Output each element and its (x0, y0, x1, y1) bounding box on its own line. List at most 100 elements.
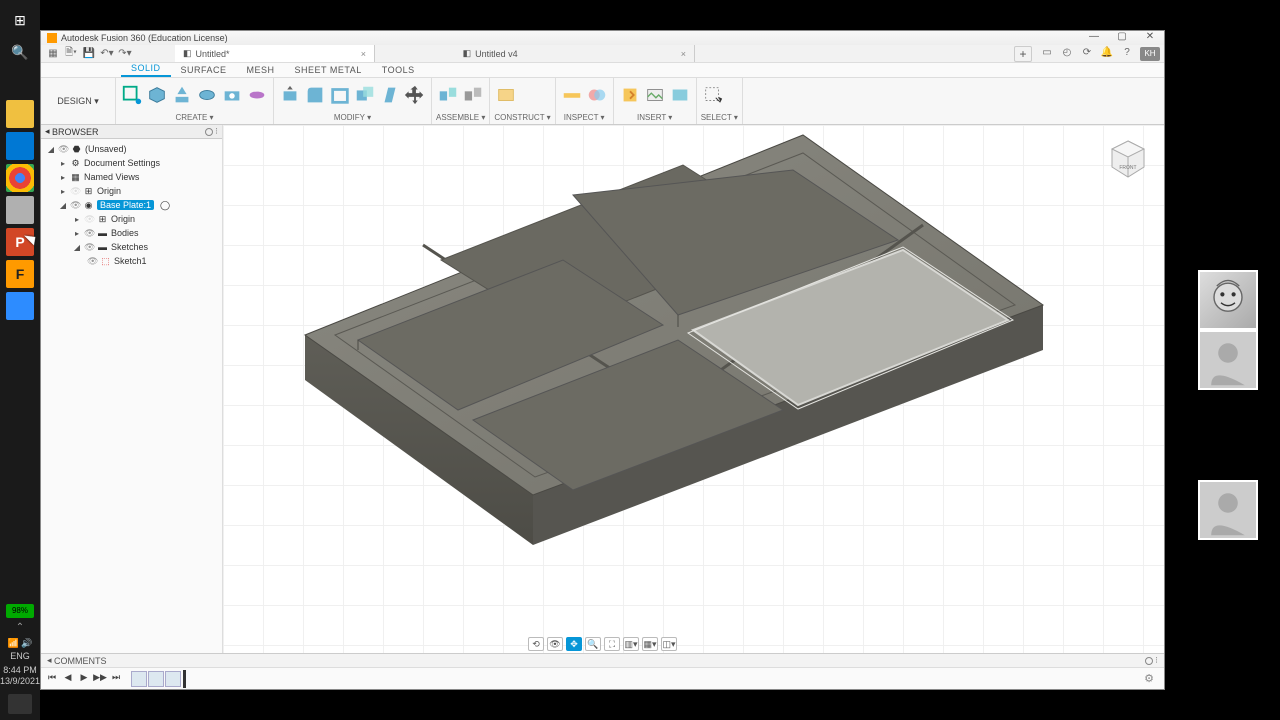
construct-plane-icon[interactable] (494, 80, 518, 110)
form-icon[interactable] (245, 80, 269, 110)
nav-display-icon[interactable]: ▥▾ (623, 637, 639, 651)
extensions-icon[interactable]: ▭ (1038, 47, 1056, 61)
workspace-switcher[interactable]: DESIGN ▾ (41, 78, 116, 124)
redo-button[interactable]: ↷▾ (117, 47, 133, 61)
timeline-play-icon[interactable]: ▶ (77, 672, 91, 686)
tray-expand-icon[interactable]: ⌃ (16, 622, 24, 633)
tree-bp-origin[interactable]: ▸👁⊞Origin (43, 212, 220, 226)
job-status-icon[interactable]: ◴ (1058, 47, 1076, 61)
ribbon-tab-surface[interactable]: SURFACE (171, 63, 237, 77)
nav-fit-icon[interactable]: ⛶ (604, 637, 620, 651)
maximize-button[interactable]: ▢ (1108, 31, 1136, 45)
group-label[interactable]: INSERT ▾ (618, 113, 692, 122)
nav-orbit-icon[interactable]: ⟲ (528, 637, 544, 651)
document-tab-2[interactable]: ◧ Untitled v4 × (375, 45, 695, 62)
assemble-joint-icon[interactable] (436, 80, 460, 110)
group-label[interactable]: SELECT ▾ (701, 113, 738, 122)
press-pull-icon[interactable] (278, 80, 302, 110)
user-badge[interactable]: KH (1140, 47, 1160, 61)
wifi-icon[interactable]: 📶 🔊 (8, 638, 33, 649)
tab-close-icon[interactable]: × (681, 49, 686, 59)
browser-settings-icon[interactable] (205, 128, 213, 136)
group-label[interactable]: INSPECT ▾ (560, 113, 609, 122)
minimize-button[interactable]: — (1080, 31, 1108, 45)
tree-bodies[interactable]: ▸👁▬Bodies (43, 226, 220, 240)
save-button[interactable]: 💾 (81, 47, 97, 61)
powerpoint-icon[interactable]: P (6, 228, 34, 256)
combine-icon[interactable] (353, 80, 377, 110)
browser-header[interactable]: ◂ BROWSER ⁝ (41, 125, 222, 139)
model-3d[interactable] (263, 125, 1063, 585)
shell-icon[interactable] (328, 80, 352, 110)
data-panel-icon[interactable]: ▦ (45, 47, 61, 61)
start-button[interactable]: ⊞ (6, 6, 34, 34)
insert-canvas-icon[interactable] (668, 80, 692, 110)
tree-named-views[interactable]: ▸▦Named Views (43, 170, 220, 184)
chrome-icon[interactable] (6, 164, 34, 192)
extrude-icon[interactable] (170, 80, 194, 110)
group-label[interactable]: CONSTRUCT ▾ (494, 113, 550, 122)
inspect-interference-icon[interactable] (585, 80, 609, 110)
timeline-settings-icon[interactable]: ⚙ (1144, 672, 1154, 685)
battery-indicator[interactable]: 98% (6, 604, 34, 618)
clock[interactable]: 8:44 PM13/9/2021 (0, 665, 40, 687)
inspect-measure-icon[interactable] (560, 80, 584, 110)
tree-root[interactable]: ◢👁⬣(Unsaved) (43, 142, 220, 156)
viewport[interactable]: FRONT (223, 125, 1164, 653)
ribbon-tab-mesh[interactable]: MESH (237, 63, 285, 77)
new-tab-button[interactable]: + (1014, 46, 1032, 62)
timeline-start-icon[interactable]: ⏮ (45, 672, 59, 686)
tab-close-icon[interactable]: × (361, 49, 366, 59)
timeline-end-icon[interactable]: ⏭ (109, 672, 123, 686)
tree-doc-settings[interactable]: ▸⚙Document Settings (43, 156, 220, 170)
help-icon[interactable]: ? (1118, 47, 1136, 61)
language-indicator[interactable]: ENG (10, 651, 30, 661)
notifications-icon[interactable]: 🔔 (1098, 47, 1116, 61)
mail-icon[interactable] (6, 132, 34, 160)
group-label[interactable]: CREATE ▾ (120, 113, 269, 122)
file-menu[interactable]: 🗎▾ (63, 47, 79, 61)
participant-video-2[interactable] (1198, 330, 1258, 390)
close-button[interactable]: ✕ (1136, 31, 1164, 45)
timeline-marker[interactable] (183, 670, 186, 688)
zoom-icon[interactable] (6, 292, 34, 320)
nav-grid-icon[interactable]: ▦▾ (642, 637, 658, 651)
insert-decal-icon[interactable] (643, 80, 667, 110)
group-label[interactable]: ASSEMBLE ▾ (436, 113, 485, 122)
view-cube[interactable]: FRONT (1106, 137, 1150, 181)
timeline-feature[interactable] (148, 671, 164, 687)
pdf-icon[interactable] (6, 196, 34, 224)
select-icon[interactable] (701, 80, 725, 110)
assemble-asbuilt-icon[interactable] (461, 80, 485, 110)
box-icon[interactable] (145, 80, 169, 110)
comments-bar[interactable]: ◂ COMMENTS ⁝ (41, 653, 1164, 667)
ribbon-tab-sheetmetal[interactable]: SHEET METAL (285, 63, 372, 77)
ribbon-tab-tools[interactable]: TOOLS (372, 63, 425, 77)
participant-video-1[interactable] (1198, 270, 1258, 330)
revolve-icon[interactable] (195, 80, 219, 110)
tree-sketches[interactable]: ◢👁▬Sketches (43, 240, 220, 254)
insert-derive-icon[interactable] (618, 80, 642, 110)
search-icon[interactable]: 🔍 (6, 38, 34, 66)
document-tab-1[interactable]: ◧ Untitled* × (175, 45, 375, 62)
draft-icon[interactable] (378, 80, 402, 110)
updates-icon[interactable]: ⟳ (1078, 47, 1096, 61)
timeline-feature[interactable] (165, 671, 181, 687)
nav-viewports-icon[interactable]: ◫▾ (661, 637, 677, 651)
create-sketch-icon[interactable] (120, 80, 144, 110)
tree-base-plate[interactable]: ◢👁◉Base Plate:1◯ (43, 198, 220, 212)
timeline-fwd-icon[interactable]: ▶▶ (93, 672, 107, 686)
notifications-icon[interactable] (8, 694, 32, 714)
tree-sketch1[interactable]: 👁⬚Sketch1 (43, 254, 220, 268)
timeline-feature[interactable] (131, 671, 147, 687)
group-label[interactable]: MODIFY ▾ (278, 113, 427, 122)
ribbon-tab-solid[interactable]: SOLID (121, 61, 171, 77)
nav-look-icon[interactable]: 👁 (547, 637, 563, 651)
tree-origin[interactable]: ▸👁⊞Origin (43, 184, 220, 198)
fillet-icon[interactable] (303, 80, 327, 110)
hole-icon[interactable] (220, 80, 244, 110)
nav-zoom-icon[interactable]: 🔍 (585, 637, 601, 651)
file-explorer-icon[interactable] (6, 100, 34, 128)
nav-pan-icon[interactable]: ✥ (566, 637, 582, 651)
move-icon[interactable] (403, 80, 427, 110)
